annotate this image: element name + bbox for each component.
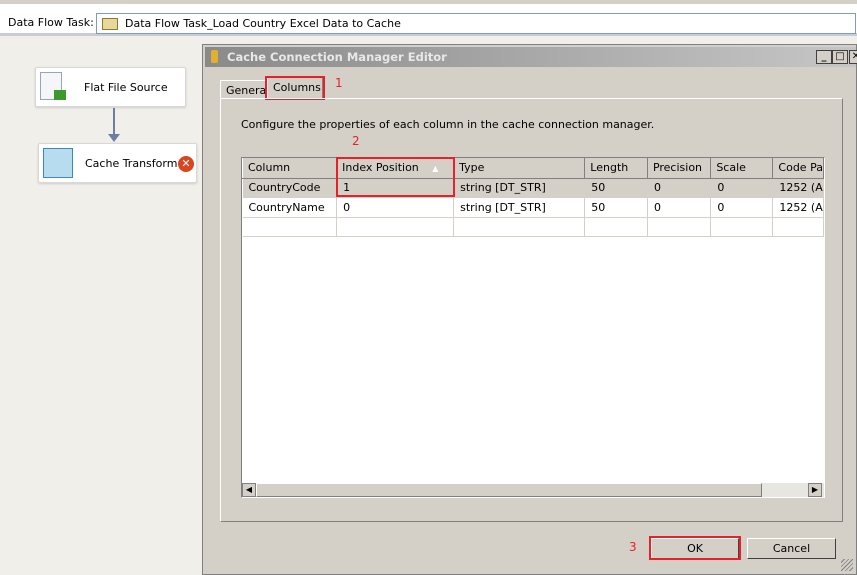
cell-length[interactable]: 50: [584, 178, 648, 198]
toolbar: Data Flow Task: Data Flow Task_Load Coun…: [0, 0, 857, 36]
cell-code-page[interactable]: 1252 (A: [772, 197, 824, 218]
data-flow-task-value: Data Flow Task_Load Country Excel Data t…: [125, 17, 401, 30]
connector-arrow-icon: [108, 134, 120, 142]
annotation-1: 1: [335, 76, 343, 90]
node-label: Cache Transform: [85, 157, 178, 170]
data-flow-task-select[interactable]: Data Flow Task_Load Country Excel Data t…: [96, 13, 856, 34]
node-label: Flat File Source: [84, 81, 168, 94]
minimize-button[interactable]: _: [816, 50, 832, 64]
scroll-right-button[interactable]: ▶: [808, 483, 822, 497]
column-header-code-page[interactable]: Code Pa: [772, 158, 824, 179]
horizontal-scrollbar[interactable]: ◀ ▶: [242, 483, 824, 497]
cache-transform-node[interactable]: Cache Transform: [38, 143, 197, 183]
column-header-scale[interactable]: Scale: [710, 158, 774, 179]
scroll-left-button[interactable]: ◀: [242, 483, 256, 497]
dialog-title-bar[interactable]: Cache Connection Manager Editor _ □ ✕: [205, 47, 857, 67]
tab-general[interactable]: General: [220, 80, 269, 100]
dialog-title: Cache Connection Manager Editor: [227, 50, 447, 64]
data-flow-task-label: Data Flow Task:: [8, 16, 94, 29]
task-icon: [102, 18, 118, 30]
annotation-3: 3: [629, 540, 637, 554]
highlight-ok: [649, 536, 741, 560]
cell-type[interactable]: string [DT_STR]: [453, 178, 586, 198]
maximize-button[interactable]: □: [832, 50, 848, 64]
cell-code-page[interactable]: 1252 (A: [772, 178, 824, 198]
cell-index-position[interactable]: 0: [336, 197, 455, 218]
scrollbar-thumb[interactable]: [256, 483, 762, 497]
cache-transform-icon: [43, 148, 73, 178]
annotation-2: 2: [352, 134, 360, 148]
cell-length[interactable]: 50: [584, 197, 648, 218]
cache-connection-manager-dialog: Cache Connection Manager Editor _ □ ✕ Ge…: [202, 44, 857, 575]
cell-column[interactable]: CountryName: [242, 197, 338, 218]
cancel-button[interactable]: Cancel: [747, 538, 836, 559]
cell-precision[interactable]: 0: [647, 197, 712, 218]
table-row[interactable]: CountryCode 1 string [DT_STR] 50 0 0 125…: [242, 178, 824, 198]
connection-icon: [211, 50, 218, 63]
table-row[interactable]: CountryName 0 string [DT_STR] 50 0 0 125…: [242, 197, 824, 218]
cell-precision[interactable]: 0: [647, 178, 712, 198]
columns-panel: Configure the properties of each column …: [220, 98, 843, 522]
data-path-connector[interactable]: [113, 108, 115, 136]
column-header-column[interactable]: Column: [241, 158, 338, 179]
cell-type[interactable]: string [DT_STR]: [453, 197, 586, 218]
highlight-columns-tab: [265, 76, 325, 100]
close-button[interactable]: ✕: [849, 50, 857, 64]
description-text: Configure the properties of each column …: [241, 118, 655, 131]
column-header-length[interactable]: Length: [584, 158, 648, 179]
highlight-index-position: [336, 157, 455, 197]
green-arrow-icon: [54, 90, 66, 100]
columns-grid: Column Index Position ▲ Type Length Prec…: [241, 157, 825, 498]
cell-column[interactable]: CountryCode: [242, 178, 338, 198]
column-header-type[interactable]: Type: [453, 158, 586, 179]
error-icon: ✕: [178, 156, 194, 172]
resize-grip-icon[interactable]: [841, 559, 853, 571]
cell-scale[interactable]: 0: [710, 178, 774, 198]
cell-scale[interactable]: 0: [710, 197, 774, 218]
flat-file-source-node[interactable]: Flat File Source: [35, 67, 186, 107]
column-header-precision[interactable]: Precision: [646, 158, 712, 179]
table-row-empty[interactable]: [242, 217, 824, 237]
